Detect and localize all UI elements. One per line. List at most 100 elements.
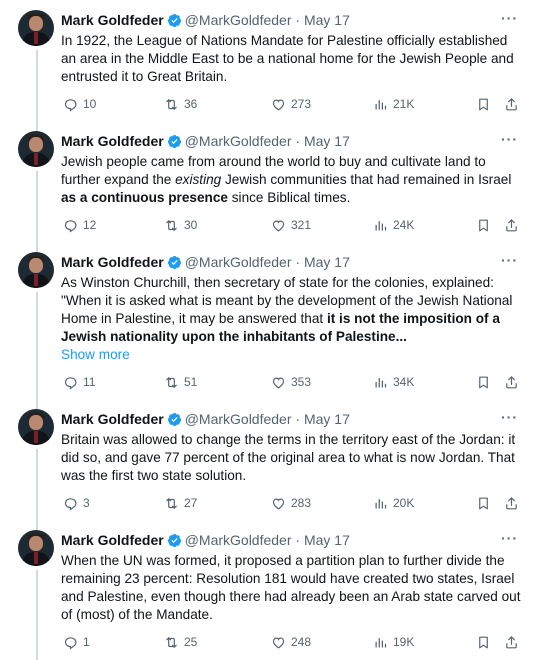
author-handle[interactable]: @MarkGoldfeder <box>185 12 292 28</box>
like-button[interactable]: 273 <box>271 94 311 114</box>
tweet-date[interactable]: May 17 <box>304 133 350 149</box>
tweet-date[interactable]: May 17 <box>304 254 350 270</box>
tweet-header: Mark Goldfeder @MarkGoldfeder · May 17 ··… <box>61 409 522 429</box>
author-name[interactable]: Mark Goldfeder <box>61 411 164 427</box>
reply-count: 12 <box>83 218 97 232</box>
like-icon <box>271 635 286 650</box>
tweet-header: Mark Goldfeder @MarkGoldfeder · May 17 ··… <box>61 10 522 30</box>
text-segment-italic: existing <box>175 172 222 187</box>
tweet-header: Mark Goldfeder @MarkGoldfeder · May 17 ··… <box>61 252 522 272</box>
bookmark-button[interactable] <box>476 94 491 114</box>
separator: · <box>295 532 301 548</box>
reply-icon <box>63 375 78 390</box>
like-button[interactable]: 283 <box>271 493 311 513</box>
reply-button[interactable]: 12 <box>63 215 96 235</box>
reply-count: 1 <box>83 635 90 649</box>
bookmark-icon <box>476 97 491 112</box>
bookmark-button[interactable] <box>476 493 491 513</box>
separator: · <box>295 254 301 270</box>
retweet-button[interactable]: 30 <box>164 215 197 235</box>
author-name[interactable]: Mark Goldfeder <box>61 12 164 28</box>
views-button[interactable]: 19K <box>373 632 414 652</box>
retweet-button[interactable]: 51 <box>164 372 197 392</box>
like-button[interactable]: 248 <box>271 632 311 652</box>
author-name[interactable]: Mark Goldfeder <box>61 532 164 548</box>
views-button[interactable]: 24K <box>373 215 414 235</box>
like-icon <box>271 496 286 511</box>
show-more-link[interactable]: Show more <box>61 346 130 364</box>
tweet[interactable]: Mark Goldfeder @MarkGoldfeder · May 17 ··… <box>0 0 540 121</box>
share-icon <box>504 97 519 112</box>
share-button[interactable] <box>504 372 519 392</box>
share-button[interactable] <box>504 632 519 652</box>
share-icon <box>504 496 519 511</box>
retweet-button[interactable]: 25 <box>164 632 197 652</box>
avatar[interactable] <box>18 131 54 167</box>
author-name[interactable]: Mark Goldfeder <box>61 254 164 270</box>
more-icon[interactable]: ··· <box>501 407 518 427</box>
tweet-date[interactable]: May 17 <box>304 12 350 28</box>
more-icon[interactable]: ··· <box>501 528 518 548</box>
reply-count: 11 <box>83 375 96 389</box>
like-button[interactable]: 321 <box>271 215 311 235</box>
retweet-count: 30 <box>184 218 198 232</box>
reply-button[interactable]: 10 <box>63 94 96 114</box>
share-icon <box>504 218 519 233</box>
retweet-button[interactable]: 27 <box>164 493 197 513</box>
tweet[interactable]: Mark Goldfeder @MarkGoldfeder · May 17 ··… <box>0 520 540 660</box>
reply-button[interactable]: 1 <box>63 632 90 652</box>
tweet-actions: 10 36 273 21K <box>61 94 522 114</box>
bookmark-button[interactable] <box>476 215 491 235</box>
separator: · <box>295 133 301 149</box>
retweet-icon <box>164 635 179 650</box>
tweet[interactable]: Mark Goldfeder @MarkGoldfeder · May 17 ··… <box>0 121 540 242</box>
separator: · <box>295 12 301 28</box>
bookmark-button[interactable] <box>476 372 491 392</box>
reply-count: 10 <box>83 97 97 111</box>
views-icon <box>373 635 388 650</box>
author-handle[interactable]: @MarkGoldfeder <box>185 411 292 427</box>
like-count: 321 <box>291 218 312 232</box>
like-icon <box>271 97 286 112</box>
text-segment: since Biblical times. <box>227 190 351 205</box>
views-button[interactable]: 21K <box>373 94 414 114</box>
tweet-date[interactable]: May 17 <box>304 532 350 548</box>
tweet-date[interactable]: May 17 <box>304 411 350 427</box>
share-button[interactable] <box>504 493 519 513</box>
bookmark-icon <box>476 635 491 650</box>
tweet-text: In 1922, the League of Nations Mandate f… <box>61 33 514 84</box>
author-handle[interactable]: @MarkGoldfeder <box>185 254 292 270</box>
avatar[interactable] <box>18 252 54 288</box>
tweet-actions: 12 30 321 24K <box>61 215 522 235</box>
more-icon[interactable]: ··· <box>501 8 518 28</box>
more-icon[interactable]: ··· <box>501 129 518 149</box>
view-count: 20K <box>393 496 415 510</box>
retweet-button[interactable]: 36 <box>164 94 197 114</box>
share-button[interactable] <box>504 94 519 114</box>
bookmark-icon <box>476 375 491 390</box>
share-icon <box>504 635 519 650</box>
avatar[interactable] <box>18 10 54 46</box>
avatar[interactable] <box>18 530 54 566</box>
reply-button[interactable]: 3 <box>63 493 90 513</box>
tweet-actions: 11 51 353 34K <box>61 372 522 392</box>
tweet-header: Mark Goldfeder @MarkGoldfeder · May 17 ··… <box>61 530 522 550</box>
views-button[interactable]: 34K <box>373 372 414 392</box>
author-name[interactable]: Mark Goldfeder <box>61 133 164 149</box>
separator: · <box>295 411 301 427</box>
reply-button[interactable]: 11 <box>63 372 95 392</box>
tweet-actions: 1 25 248 19K <box>61 632 522 652</box>
view-count: 34K <box>393 375 415 389</box>
author-handle[interactable]: @MarkGoldfeder <box>185 532 292 548</box>
more-icon[interactable]: ··· <box>501 250 518 270</box>
tweet[interactable]: Mark Goldfeder @MarkGoldfeder · May 17 ··… <box>0 399 540 520</box>
tweet[interactable]: Mark Goldfeder @MarkGoldfeder · May 17 ··… <box>0 242 540 399</box>
bookmark-icon <box>476 218 491 233</box>
bookmark-icon <box>476 496 491 511</box>
share-button[interactable] <box>504 215 519 235</box>
bookmark-button[interactable] <box>476 632 491 652</box>
author-handle[interactable]: @MarkGoldfeder <box>185 133 292 149</box>
avatar[interactable] <box>18 409 54 445</box>
views-button[interactable]: 20K <box>373 493 414 513</box>
like-button[interactable]: 353 <box>271 372 311 392</box>
